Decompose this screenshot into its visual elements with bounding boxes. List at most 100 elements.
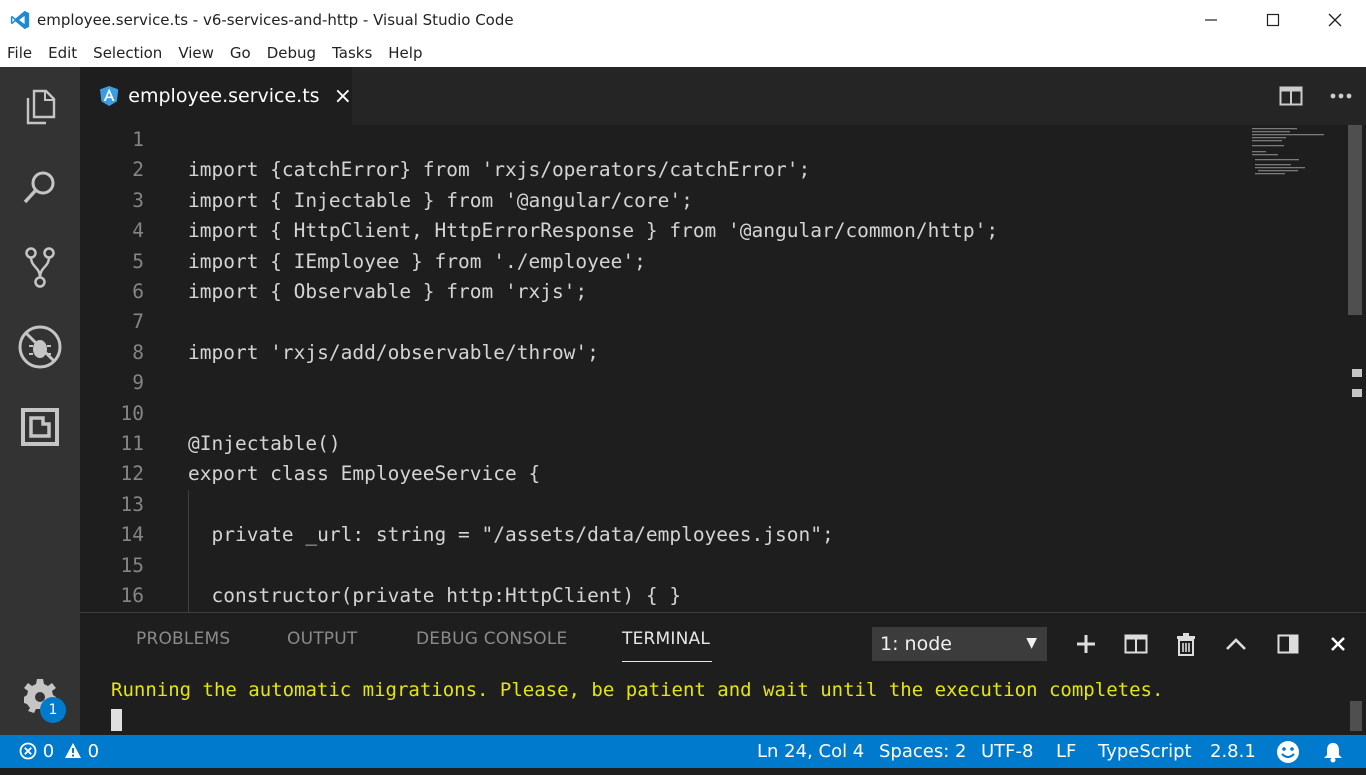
code-text: import { Observable } from 'rxjs'; bbox=[188, 280, 588, 303]
code-text: @Injectable() bbox=[188, 432, 341, 455]
code-line: 2 import {catchError} from 'rxjs/operator… bbox=[80, 155, 1250, 185]
activity-bar: 1 bbox=[0, 67, 80, 735]
menu-debug[interactable]: Debug bbox=[259, 40, 324, 67]
cursor-position[interactable]: Ln 24, Col 4 bbox=[757, 735, 864, 768]
explorer-icon bbox=[26, 89, 56, 125]
minimize-button[interactable] bbox=[1180, 0, 1242, 40]
maximize-panel-button[interactable] bbox=[1218, 627, 1254, 661]
tab-employee-service[interactable]: employee.service.ts × bbox=[80, 67, 352, 125]
active-tab-indicator bbox=[622, 661, 712, 662]
line-number: 4 bbox=[132, 219, 144, 243]
tab-label: employee.service.ts bbox=[128, 85, 320, 107]
window-controls bbox=[1180, 0, 1366, 40]
language-mode[interactable]: TypeScript bbox=[1098, 735, 1192, 768]
activity-explorer[interactable] bbox=[0, 67, 80, 147]
code-line: 11 @Injectable() bbox=[80, 429, 1250, 459]
menu-view[interactable]: View bbox=[170, 40, 222, 67]
toggle-panel-position-button[interactable] bbox=[1270, 627, 1306, 661]
code-line: 4 import { HttpClient, HttpErrorResponse … bbox=[80, 216, 1250, 246]
tab-close-button[interactable]: × bbox=[334, 84, 352, 109]
activity-search[interactable] bbox=[0, 147, 80, 227]
line-number: 7 bbox=[132, 310, 144, 334]
tab-debug-console[interactable]: DEBUG CONSOLE bbox=[416, 629, 567, 649]
plus-icon bbox=[1077, 635, 1095, 653]
scrollbar-marker bbox=[1352, 389, 1362, 397]
line-number: 5 bbox=[132, 249, 144, 273]
terminal-select[interactable]: 1: node ▼ bbox=[872, 627, 1047, 661]
code-line: 3 import { Injectable } from '@angular/co… bbox=[80, 186, 1250, 216]
kill-terminal-button[interactable] bbox=[1168, 627, 1204, 661]
split-terminal-button[interactable] bbox=[1118, 627, 1154, 661]
error-icon bbox=[19, 742, 37, 760]
notifications-button[interactable] bbox=[1322, 741, 1344, 765]
split-editor-icon bbox=[1279, 86, 1303, 106]
terminal-scrollbar[interactable] bbox=[1350, 701, 1362, 731]
search-icon bbox=[23, 171, 55, 204]
code-line: 15 bbox=[80, 551, 1250, 581]
minimize-icon bbox=[1205, 19, 1217, 21]
new-terminal-button[interactable] bbox=[1068, 627, 1104, 661]
typescript-version[interactable]: 2.8.1 bbox=[1210, 735, 1256, 768]
debug-icon bbox=[18, 325, 62, 369]
chevron-down-icon: ▼ bbox=[1026, 635, 1037, 651]
terminal-output-line: Running the automatic migrations. Please… bbox=[111, 679, 1164, 701]
scrollbar-marker bbox=[1352, 369, 1362, 377]
code-text: import { Injectable } from '@angular/cor… bbox=[188, 188, 693, 212]
indentation-status[interactable]: Spaces: 2 bbox=[879, 735, 966, 768]
editor-tab-bar: employee.service.ts × bbox=[80, 67, 1366, 125]
code-line: 1 bbox=[80, 125, 1250, 155]
code-text: import { IEmployee } from './employee'; bbox=[188, 249, 646, 273]
activity-settings[interactable] bbox=[0, 655, 80, 735]
minimap[interactable] bbox=[1252, 125, 1342, 185]
extensions-icon bbox=[21, 408, 59, 446]
vscode-logo-icon bbox=[10, 10, 30, 30]
chevron-up-icon bbox=[1226, 638, 1246, 650]
line-number: 16 bbox=[120, 584, 144, 607]
maximize-button[interactable] bbox=[1242, 0, 1304, 40]
terminal-select-value: 1: node bbox=[880, 633, 952, 655]
menu-edit[interactable]: Edit bbox=[40, 40, 85, 67]
bell-icon bbox=[1324, 743, 1342, 763]
title-bar: employee.service.ts - v6-services-and-ht… bbox=[0, 0, 1366, 40]
editor-vertical-scrollbar[interactable] bbox=[1344, 125, 1366, 612]
line-number: 6 bbox=[132, 280, 144, 303]
activity-source-control[interactable] bbox=[0, 227, 80, 307]
terminal-cursor bbox=[111, 709, 122, 731]
feedback-button[interactable] bbox=[1276, 740, 1300, 764]
tab-problems[interactable]: PROBLEMS bbox=[136, 629, 230, 649]
problems-status[interactable]: 0 0 bbox=[19, 735, 99, 768]
code-line: 12 export class EmployeeService { bbox=[80, 459, 1250, 489]
menu-go[interactable]: Go bbox=[222, 40, 259, 67]
code-line: 13 bbox=[80, 490, 1250, 520]
eol-status[interactable]: LF bbox=[1056, 735, 1076, 768]
code-line: 5 import { IEmployee } from './employee'; bbox=[80, 247, 1250, 277]
menu-bar: File Edit Selection View Go Debug Tasks … bbox=[0, 40, 1366, 67]
menu-file[interactable]: File bbox=[0, 40, 40, 67]
split-editor-button[interactable] bbox=[1266, 67, 1316, 125]
close-icon bbox=[1328, 13, 1342, 27]
activity-debug[interactable] bbox=[0, 307, 80, 387]
close-panel-button[interactable] bbox=[1320, 627, 1356, 661]
line-number: 3 bbox=[132, 188, 144, 212]
split-terminal-icon bbox=[1124, 634, 1148, 654]
more-actions-button[interactable] bbox=[1316, 67, 1366, 125]
trash-icon bbox=[1177, 633, 1195, 656]
menu-tasks[interactable]: Tasks bbox=[324, 40, 380, 67]
close-window-button[interactable] bbox=[1304, 0, 1366, 40]
code-text: private _url: string = "/assets/data/emp… bbox=[188, 523, 834, 547]
code-text: import { HttpClient, HttpErrorResponse }… bbox=[188, 219, 999, 243]
activity-extensions[interactable] bbox=[0, 387, 80, 467]
menu-help[interactable]: Help bbox=[380, 40, 430, 67]
code-line: 10 bbox=[80, 399, 1250, 429]
menu-selection[interactable]: Selection bbox=[85, 40, 170, 67]
code-editor[interactable]: 1 2 import {catchError} from 'rxjs/operato… bbox=[80, 125, 1366, 612]
tab-terminal[interactable]: TERMINAL bbox=[622, 629, 710, 649]
code-line: 14 private _url: string = "/assets/data/… bbox=[80, 520, 1250, 550]
line-number: 9 bbox=[132, 371, 144, 395]
editor-scroll-thumb[interactable] bbox=[1348, 125, 1362, 315]
window-title: employee.service.ts - v6-services-and-ht… bbox=[37, 11, 514, 29]
tab-output[interactable]: OUTPUT bbox=[287, 629, 358, 649]
code-line: 7 bbox=[80, 307, 1250, 337]
line-number: 11 bbox=[120, 432, 144, 455]
encoding-status[interactable]: UTF-8 bbox=[981, 735, 1033, 768]
